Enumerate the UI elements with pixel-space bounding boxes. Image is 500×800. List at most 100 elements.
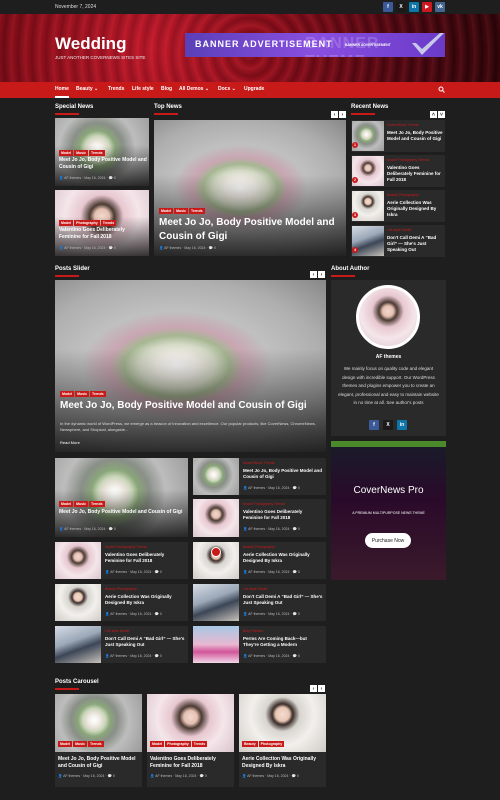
tag[interactable]: Trends [89,150,105,156]
grid-item[interactable]: Model Photography Trends Valentino Goes … [193,499,326,537]
grid-item-title[interactable]: Valentino Goes Deliberately Feminine for… [105,552,185,564]
grid-item-title[interactable]: Meet Jo Jo, Body Positive Model and Cous… [243,468,323,480]
category-label[interactable]: Life style Model [243,587,267,591]
carousel-card[interactable]: Beauty Photography Aerie Collection Was O… [239,694,326,787]
youtube-icon[interactable]: ▶ [422,2,432,12]
slider-card[interactable]: Model Music Trends Meet Jo Jo, Body Positi… [55,280,326,452]
author[interactable]: AF themes [110,570,127,574]
grid-item-title[interactable]: Don't Call Demi A “Bad Girl” — She's Jus… [243,594,323,606]
card-title[interactable]: Aerie Collection Was Originally Designed… [242,756,324,770]
tag[interactable]: Photography [165,741,191,747]
read-more-link[interactable]: Read More [60,440,80,445]
recent-title[interactable]: Meet Jo Jo, Body Positive Model and Cous… [387,130,443,142]
author[interactable]: AF themes [248,570,265,574]
author[interactable]: AF themes [248,527,265,531]
category-label[interactable]: Model Music Trends [387,123,418,127]
category-label[interactable]: Model Photography Trends [387,158,429,162]
tag[interactable]: Model [59,150,74,156]
prev-arrow-icon[interactable]: ‹ [310,685,317,692]
recent-title[interactable]: Valentino Goes Deliberately Feminine for… [387,165,443,183]
recent-title[interactable]: Don't Call Demi A “Bad Girl” — She's Jus… [387,235,443,253]
recent-item[interactable]: 1 Model Music Trends Meet Jo Jo, Body Po… [351,120,445,152]
author[interactable]: AF themes [64,246,81,250]
tag[interactable]: Trends [90,391,106,397]
grid-item[interactable]: Life style Model Don't Call Demi A “Bad … [193,584,326,621]
next-arrow-icon[interactable]: › [318,271,325,278]
recent-title[interactable]: Aerie Collection Was Originally Designed… [387,200,443,218]
nav-all-demos[interactable]: All Demos ⌄ [179,86,209,92]
tag[interactable]: Trends [88,741,104,747]
down-arrow-icon[interactable]: ˅ [438,111,445,118]
grid-item-title[interactable]: Aerie Collection Was Originally Designed… [243,552,323,564]
author[interactable]: AF themes [110,612,127,616]
category-label[interactable]: Model Music Trends [243,461,274,465]
carousel-card[interactable]: Model Music Trends Meet Jo Jo, Body Positi… [55,694,142,787]
author[interactable]: AF themes [164,246,181,250]
category-label[interactable]: Beauty Photography [105,587,137,591]
tag[interactable]: Photography [74,220,100,226]
site-title[interactable]: Wedding [55,34,126,54]
grid-item[interactable]: Blog Fashion Perms Are Coming Back—but T… [193,626,326,663]
grid-big-card[interactable]: Model Music Trends Meet Jo Jo, Body Positi… [55,458,188,537]
grid-item-title[interactable]: Valentino Goes Deliberately Feminine for… [243,509,323,521]
tag[interactable]: Trends [100,220,117,226]
grid-item[interactable]: Model Photography Trends Valentino Goes … [55,542,188,579]
grid-item[interactable]: Model Music Trends Meet Jo Jo, Body Posi… [193,458,326,495]
nav-upgrade[interactable]: Upgrade [244,86,264,92]
slider-headline[interactable]: Meet Jo Jo, Body Positive Model and Cous… [60,399,322,413]
linkedin-icon[interactable]: in [409,2,419,12]
author[interactable]: AF themes [64,527,81,531]
next-arrow-icon[interactable]: › [318,685,325,692]
category-label[interactable]: Life style Model [387,228,411,232]
category-label[interactable]: Beauty Photography [243,545,275,549]
grid-item[interactable]: Beauty Photography Aerie Collection Was … [55,584,188,621]
recent-item[interactable]: 3 Beauty Photography Aerie Collection Wa… [351,190,445,222]
category-label[interactable]: Life style Model [105,629,129,633]
author[interactable]: AF themes [247,774,264,778]
tag[interactable]: Music [75,391,90,397]
purchase-button[interactable]: Purchase Now [365,533,411,548]
tag[interactable]: Model [58,741,73,747]
nav-beauty[interactable]: Beauty ⌄ [76,86,98,92]
nav-blog[interactable]: Blog [161,86,172,92]
up-arrow-icon[interactable]: ˄ [430,111,437,118]
nav-trends[interactable]: Trends [108,86,124,92]
special-card[interactable]: Model Photography Trends Valentino Goes De… [55,190,149,256]
category-label[interactable]: Model Photography Trends [243,502,285,506]
banner-advertisement[interactable]: BANNER THEME BANNER ADVERTISEMENT BANNER… [185,33,445,57]
grid-item-title[interactable]: Don't Call Demi A “Bad Girl” — She's Jus… [105,636,185,648]
category-label[interactable]: Beauty Photography [387,193,419,197]
search-icon[interactable] [438,86,445,93]
top-news-card[interactable]: Model Music Trends Meet Jo Jo, Body Positi… [154,120,346,256]
tag[interactable]: Photography [258,741,285,747]
special-card[interactable]: Model Music Trends Meet Jo Jo, Body Positi… [55,118,149,186]
nav-home[interactable]: Home [55,86,69,92]
tag[interactable]: Model [60,391,75,397]
tag[interactable]: Beauty [242,741,258,747]
vk-icon[interactable]: vk [435,2,445,12]
tag[interactable]: Music [174,208,189,214]
recent-item[interactable]: 4 Life style Model Don't Call Demi A “Ba… [351,225,445,257]
x-icon[interactable]: X [383,420,393,430]
author[interactable]: AF themes [63,774,80,778]
author[interactable]: AF themes [248,612,265,616]
nav-docs[interactable]: Docs ⌄ [218,86,236,92]
carousel-card[interactable]: Model Photography Trends Valentino Goes De… [147,694,234,787]
prev-arrow-icon[interactable]: ‹ [310,271,317,278]
author[interactable]: AF themes [64,176,81,180]
tag[interactable]: Music [73,741,88,747]
grid-item-title[interactable]: Aerie Collection Was Originally Designed… [105,594,185,606]
tag[interactable]: Model [59,220,74,226]
prev-arrow-icon[interactable]: ‹ [331,111,338,118]
tag[interactable]: Music [74,150,89,156]
x-icon[interactable]: X [396,2,406,12]
avatar[interactable] [356,285,420,349]
grid-item-title[interactable]: Perms Are Coming Back—but They're Gettin… [243,636,323,648]
top-news-headline[interactable]: Meet Jo Jo, Body Positive Model and Cous… [159,216,344,244]
tag[interactable]: Music [74,501,89,507]
tag[interactable]: Model [150,741,165,747]
card-title[interactable]: Meet Jo Jo, Body Positive Model and Cous… [59,509,185,516]
card-title[interactable]: Valentino Goes Deliberately Feminine for… [59,227,147,241]
author[interactable]: AF themes [248,654,265,658]
author-name[interactable]: AF themes [331,354,446,360]
